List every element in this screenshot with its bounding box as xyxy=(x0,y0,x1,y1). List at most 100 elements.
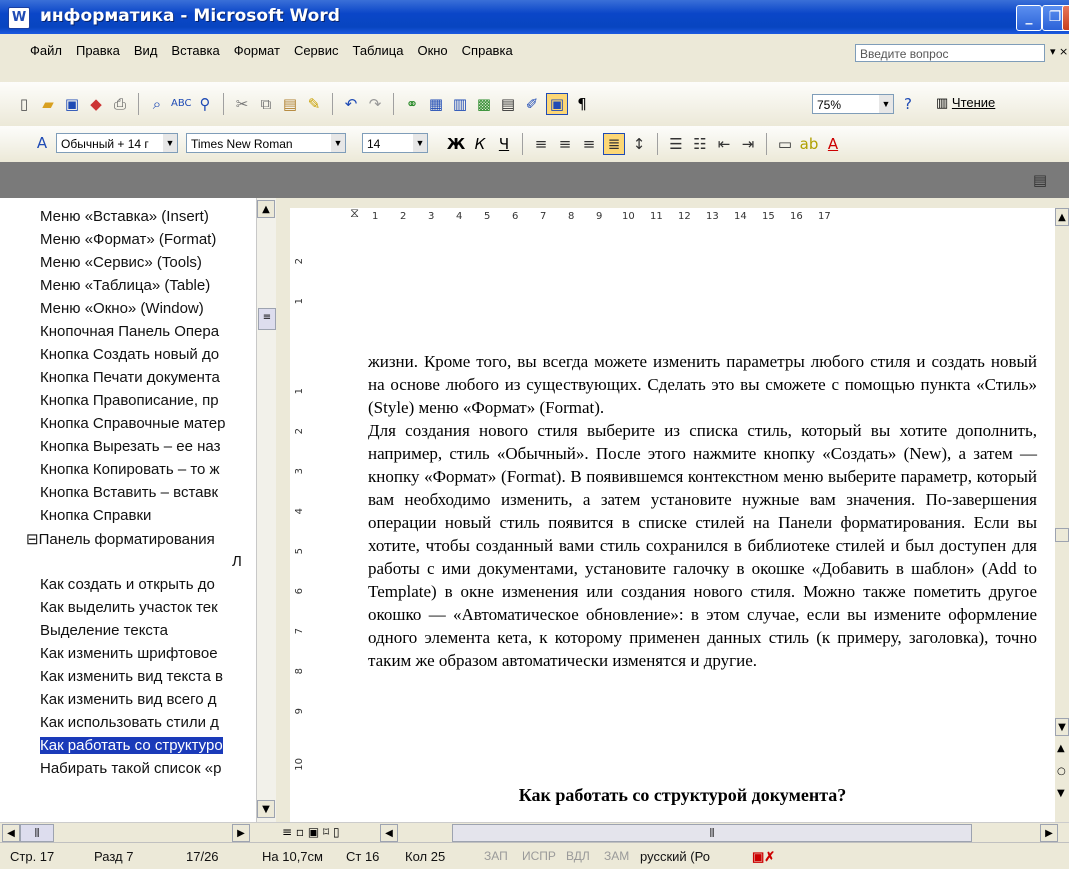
permission-icon[interactable]: ◆ xyxy=(86,94,106,114)
reviewing-pane-icon[interactable]: ▤ xyxy=(1030,170,1050,190)
close-icon[interactable] xyxy=(1062,5,1069,31)
align-center-icon[interactable]: ≡ xyxy=(555,134,575,154)
next-page-icon[interactable]: ▼ xyxy=(1057,788,1065,799)
open-icon[interactable]: ▰ xyxy=(38,94,58,114)
docmap-item[interactable]: Кнопка Справочные матер xyxy=(40,415,225,432)
scroll-left-icon[interactable]: ◀ xyxy=(2,824,20,842)
docmap-item[interactable]: Как изменить вид всего д xyxy=(40,691,217,708)
horizontal-ruler[interactable]: 1 2 3 4 5 6 7 8 9 10 11 12 13 14 15 16 17 ⧖ xyxy=(290,206,1069,228)
docmap-item[interactable]: Меню «Окно» (Window) xyxy=(40,300,204,317)
scroll-down-icon[interactable]: ▼ xyxy=(1055,718,1069,736)
font-select[interactable]: Times New Roman ▼ xyxy=(186,133,346,153)
font-color-icon[interactable]: A xyxy=(823,134,843,154)
undo-icon[interactable]: ↶ xyxy=(341,94,361,114)
docmap-horizontal-scrollbar[interactable]: ◀ ⫼ ▶ xyxy=(0,822,276,843)
menu-tools[interactable]: Сервис xyxy=(294,43,339,63)
select-browse-object-icon[interactable]: ○ xyxy=(1057,766,1066,777)
paragraph[interactable]: жизни. Кроме того, вы всегда можете изме… xyxy=(368,350,1037,419)
document-page[interactable]: жизни. Кроме того, вы всегда можете изме… xyxy=(310,228,1055,824)
ask-question-input[interactable]: Введите вопрос xyxy=(855,44,1045,62)
insert-excel-icon[interactable]: ▩ xyxy=(474,94,494,114)
docmap-item[interactable]: Меню «Формат» (Format) xyxy=(40,231,216,248)
format-painter-icon[interactable]: ✎ xyxy=(304,94,324,114)
document-body[interactable]: жизни. Кроме того, вы всегда можете изме… xyxy=(368,350,1037,672)
italic-icon[interactable]: К xyxy=(470,134,490,154)
menu-view[interactable]: Вид xyxy=(134,43,158,63)
document-horizontal-scrollbar[interactable]: ≡ ▫ ▣ ⌑ ▯ ◀ ⫼ ▶ xyxy=(276,822,1069,843)
scroll-up-icon[interactable]: ▲ xyxy=(1055,208,1069,226)
docmap-item[interactable]: Кнопка Справки xyxy=(40,507,151,524)
docmap-item[interactable]: Выделение текста xyxy=(40,622,168,639)
menu-edit[interactable]: Правка xyxy=(76,43,120,63)
print-preview-icon[interactable]: ⌕ xyxy=(147,94,167,114)
spelling-status-icon[interactable]: ▣✗ xyxy=(752,849,775,865)
columns-icon[interactable]: ▤ xyxy=(498,94,518,114)
scroll-right-icon[interactable]: ▶ xyxy=(1040,824,1058,842)
font-size-select[interactable]: 14 ▼ xyxy=(362,133,428,153)
redo-icon[interactable]: ↷ xyxy=(365,94,385,114)
style-select[interactable]: Обычный + 14 г ▼ xyxy=(56,133,178,153)
hyperlink-icon[interactable]: ⚭ xyxy=(402,94,422,114)
docmap-group-formatting[interactable]: ⊟Панель форматирования xyxy=(26,530,215,548)
docmap-item[interactable]: Кнопка Печати документа xyxy=(40,369,220,386)
docmap-item[interactable]: Как создать и открыть до xyxy=(40,576,215,593)
borders-icon[interactable]: ▭ xyxy=(775,134,795,154)
docmap-item-selected[interactable]: Как работать со структуро xyxy=(40,737,223,754)
new-document-icon[interactable]: ▯ xyxy=(14,94,34,114)
menu-insert[interactable]: Вставка xyxy=(171,43,219,63)
tables-borders-icon[interactable]: ▦ xyxy=(426,94,446,114)
indent-marker-icon[interactable]: ⧖ xyxy=(350,206,359,221)
bold-icon[interactable]: Ж xyxy=(446,134,466,154)
vertical-ruler[interactable]: 2 1 1 2 3 4 5 6 7 8 9 10 xyxy=(290,228,311,824)
align-left-icon[interactable]: ≡ xyxy=(531,134,551,154)
word-app-icon[interactable]: W xyxy=(8,7,30,29)
previous-page-icon[interactable]: ▲ xyxy=(1057,743,1065,754)
scroll-up-icon[interactable]: ▲ xyxy=(257,200,275,218)
zoom-select[interactable]: 75% ▼ xyxy=(812,94,894,114)
justify-icon[interactable]: ≣ xyxy=(603,133,625,155)
spelling-icon[interactable]: ABC xyxy=(171,94,192,114)
scroll-thumb[interactable] xyxy=(1055,528,1069,542)
scroll-right-icon[interactable]: ▶ xyxy=(232,824,250,842)
menu-window[interactable]: Окно xyxy=(417,43,447,63)
docmap-item[interactable]: Кнопка Копировать – то ж xyxy=(40,461,220,478)
docmap-item[interactable]: Меню «Таблица» (Table) xyxy=(40,277,210,294)
numbering-icon[interactable]: ☰ xyxy=(666,134,686,154)
highlight-icon[interactable]: ab xyxy=(799,134,819,154)
docmap-item[interactable]: Кнопка Вырезать – ее наз xyxy=(40,438,220,455)
scroll-down-icon[interactable]: ▼ xyxy=(257,800,275,818)
print-icon[interactable]: ⎙ xyxy=(110,94,130,114)
status-extend[interactable]: ВДЛ xyxy=(566,849,590,863)
docmap-item[interactable]: Набирать такой список «р xyxy=(40,760,221,777)
docmap-item[interactable]: Как изменить шрифтовое xyxy=(40,645,218,662)
copy-icon[interactable]: ⧉ xyxy=(256,94,276,114)
menu-format[interactable]: Формат xyxy=(234,43,280,63)
docmap-item[interactable]: Меню «Вставка» (Insert) xyxy=(40,208,209,225)
insert-table-icon[interactable]: ▥ xyxy=(450,94,470,114)
bullets-icon[interactable]: ☷ xyxy=(690,134,710,154)
decrease-indent-icon[interactable]: ⇤ xyxy=(714,134,734,154)
cut-icon[interactable]: ✂ xyxy=(232,94,252,114)
menu-table[interactable]: Таблица xyxy=(352,43,403,63)
view-buttons[interactable]: ≡ ▫ ▣ ⌑ ▯ xyxy=(282,825,340,839)
docmap-item[interactable]: Как изменить вид текста в xyxy=(40,668,223,685)
status-record[interactable]: ЗАП xyxy=(484,849,508,863)
paste-icon[interactable]: ▤ xyxy=(280,94,300,114)
help-icon[interactable]: ? xyxy=(898,94,918,114)
docmap-item[interactable]: Л xyxy=(232,553,242,570)
menu-file[interactable]: Файл xyxy=(30,43,62,63)
underline-icon[interactable]: Ч xyxy=(494,134,514,154)
read-button[interactable]: ▥ Чтение xyxy=(936,95,995,111)
docmap-scrollbar[interactable]: ▲ ≡ ▼ xyxy=(256,198,277,822)
show-hide-icon[interactable]: ¶ xyxy=(572,94,592,114)
drawing-icon[interactable]: ✐ xyxy=(522,94,542,114)
styles-formatting-icon[interactable]: A xyxy=(32,133,52,153)
ask-dropdown-icon[interactable]: ▾ × xyxy=(1050,45,1068,58)
increase-indent-icon[interactable]: ⇥ xyxy=(738,134,758,154)
docmap-item[interactable]: Кнопка Вставить – вставк xyxy=(40,484,218,501)
scroll-thumb[interactable]: ⫼ xyxy=(452,824,972,842)
docmap-item[interactable]: Кнопка Создать новый до xyxy=(40,346,219,363)
paragraph[interactable]: Для создания нового стиля выберите из сп… xyxy=(368,419,1037,672)
docmap-item[interactable]: Кнопка Правописание, пр xyxy=(40,392,219,409)
docmap-item[interactable]: Как использовать стили д xyxy=(40,714,219,731)
